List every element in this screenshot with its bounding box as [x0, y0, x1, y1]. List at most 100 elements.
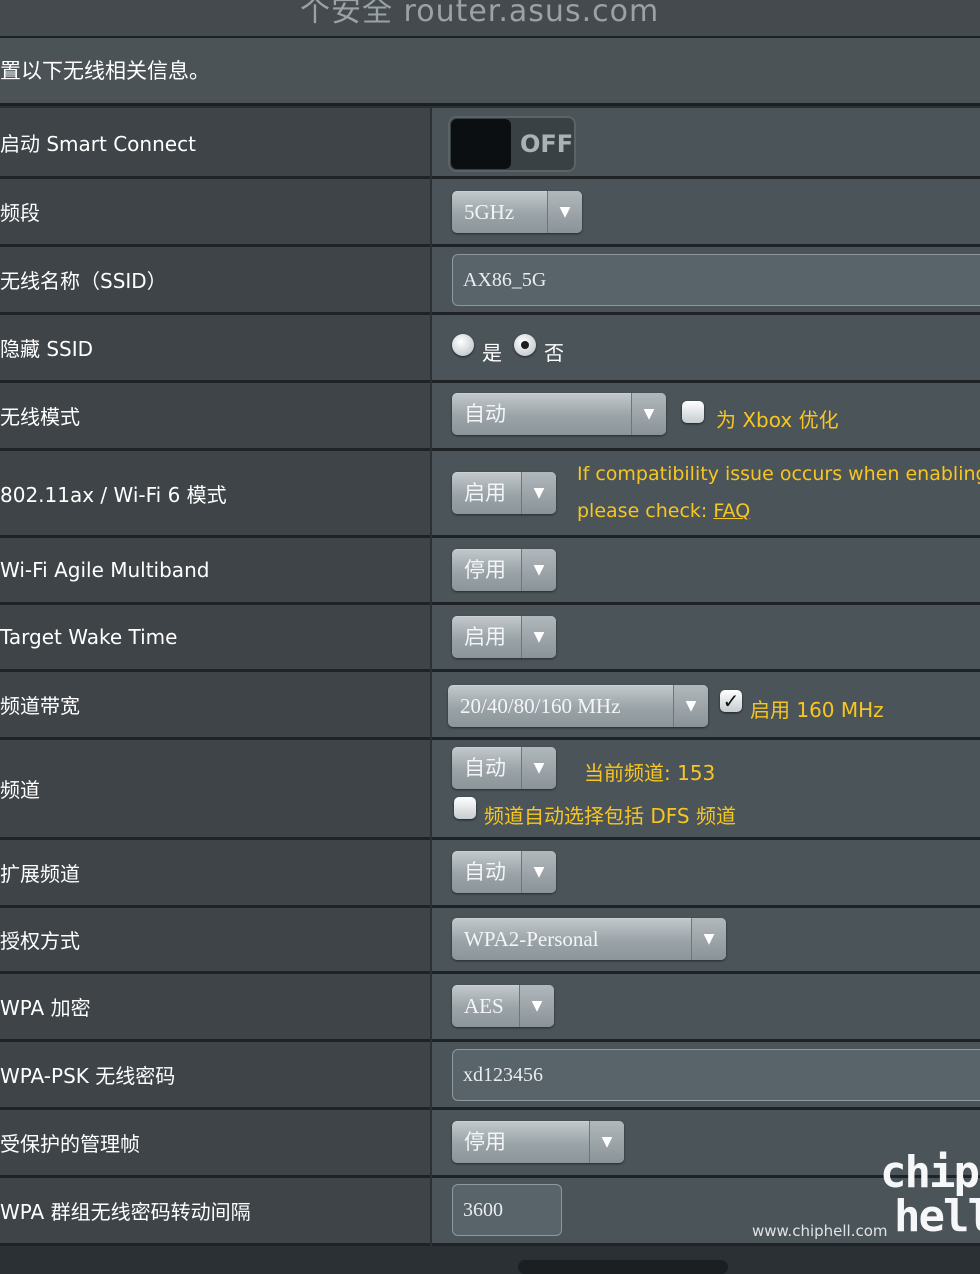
row-ax-mode: 802.11ax / Wi-Fi 6 模式 启用 ▼ If compatibil… — [0, 451, 980, 538]
chevron-down-icon: ▼ — [673, 685, 708, 727]
smart-connect-label: 启动 Smart Connect — [0, 108, 430, 179]
enable-160-checkbox[interactable]: ✓ — [720, 690, 742, 712]
pmf-select[interactable]: 停用 ▼ — [452, 1121, 624, 1163]
row-target-wake-time: Target Wake Time 启用 ▼ — [0, 605, 980, 672]
row-ssid: 无线名称（SSID） AX86_5G — [0, 247, 980, 315]
row-band: 频段 5GHz ▼ — [0, 179, 980, 247]
ax-mode-label: 802.11ax / Wi-Fi 6 模式 — [0, 451, 430, 538]
group-key-label: WPA 群组无线密码转动间隔 — [0, 1178, 430, 1246]
agile-multiband-cell: 停用 ▼ — [432, 538, 980, 605]
xbox-checkbox[interactable] — [682, 401, 704, 423]
wpa-encryption-cell: AES ▼ — [432, 974, 980, 1042]
ssid-cell: AX86_5G — [432, 247, 980, 315]
band-select[interactable]: 5GHz ▼ — [452, 191, 582, 233]
target-wake-time-label: Target Wake Time — [0, 605, 430, 672]
hide-ssid-cell: 是 否 — [432, 315, 980, 383]
row-psk: WPA-PSK 无线密码 xd123456 — [0, 1042, 980, 1110]
auth-cell: WPA2-Personal ▼ — [432, 908, 980, 974]
faq-link[interactable]: FAQ — [713, 500, 750, 522]
ax-mode-hint-line1: If compatibility issue occurs when enabl… — [577, 463, 980, 485]
channel-value: 自动 — [464, 756, 506, 780]
hide-ssid-yes-label: 是 — [482, 341, 502, 365]
dfs-checkbox[interactable] — [454, 797, 476, 819]
chevron-down-icon: ▼ — [589, 1121, 624, 1163]
ext-channel-label: 扩展频道 — [0, 840, 430, 908]
group-key-input[interactable]: 3600 — [452, 1184, 562, 1236]
wpa-encryption-value: AES — [464, 994, 504, 1018]
address-url: 个安全 router.asus.com — [300, 0, 660, 29]
band-label: 频段 — [0, 179, 430, 247]
agile-multiband-select[interactable]: 停用 ▼ — [452, 549, 556, 591]
apply-button-partial[interactable] — [518, 1260, 728, 1274]
hide-ssid-no-label: 否 — [544, 341, 564, 365]
ax-mode-cell: 启用 ▼ If compatibility issue occurs when … — [432, 451, 980, 538]
enable-160-label: 启用 160 MHz — [750, 698, 884, 722]
row-hide-ssid: 隐藏 SSID 是 否 — [0, 315, 980, 383]
bandwidth-select[interactable]: 20/40/80/160 MHz ▼ — [448, 685, 708, 727]
row-ext-channel: 扩展频道 自动 ▼ — [0, 840, 980, 908]
auth-value: WPA2-Personal — [464, 927, 599, 951]
channel-label: 频道 — [0, 740, 430, 840]
row-bandwidth: 频道带宽 20/40/80/160 MHz ▼ ✓ 启用 160 MHz — [0, 672, 980, 740]
target-wake-time-cell: 启用 ▼ — [432, 605, 980, 672]
hide-ssid-label: 隐藏 SSID — [0, 315, 430, 383]
wireless-mode-cell: 自动 ▼ 为 Xbox 优化 — [432, 383, 980, 451]
band-cell: 5GHz ▼ — [432, 179, 980, 247]
logo-line1: chip — [880, 1147, 980, 1198]
logo-line2: hell — [894, 1191, 980, 1242]
ax-mode-hint-line2: please check: FAQ — [577, 500, 750, 522]
wpa-encryption-label: WPA 加密 — [0, 974, 430, 1042]
hide-ssid-no-radio[interactable] — [514, 334, 536, 356]
ext-channel-value: 自动 — [464, 860, 506, 884]
agile-multiband-value: 停用 — [464, 558, 506, 582]
wpa-encryption-select[interactable]: AES ▼ — [452, 985, 554, 1027]
ext-channel-select[interactable]: 自动 ▼ — [452, 851, 556, 893]
pmf-label: 受保护的管理帧 — [0, 1110, 430, 1178]
ext-channel-cell: 自动 ▼ — [432, 840, 980, 908]
psk-label: WPA-PSK 无线密码 — [0, 1042, 430, 1110]
row-agile-multiband: Wi-Fi Agile Multiband 停用 ▼ — [0, 538, 980, 605]
ax-mode-hint-text: please check: — [577, 500, 714, 522]
bandwidth-value: 20/40/80/160 MHz — [460, 694, 621, 718]
band-select-value: 5GHz — [464, 200, 515, 224]
toggle-knob — [451, 119, 511, 169]
bandwidth-cell: 20/40/80/160 MHz ▼ ✓ 启用 160 MHz — [432, 672, 980, 740]
browser-address-bar[interactable]: 个安全 router.asus.com — [0, 0, 980, 38]
wireless-mode-label: 无线模式 — [0, 383, 430, 451]
chevron-down-icon: ▼ — [521, 851, 556, 893]
watermark-site: www.chiphell.com — [752, 1222, 888, 1240]
chiphell-logo: chip hell — [880, 1150, 980, 1250]
wireless-mode-select[interactable]: 自动 ▼ — [452, 393, 666, 435]
target-wake-time-select[interactable]: 启用 ▼ — [452, 616, 556, 658]
auth-label: 授权方式 — [0, 908, 430, 974]
row-wireless-mode: 无线模式 自动 ▼ 为 Xbox 优化 — [0, 383, 980, 451]
bottom-bar — [0, 1246, 980, 1274]
chevron-down-icon: ▼ — [631, 393, 666, 435]
ax-mode-value: 启用 — [464, 481, 506, 505]
row-channel: 频道 自动 ▼ 当前频道: 153 频道自动选择包括 DFS 频道 — [0, 740, 980, 840]
ax-mode-select[interactable]: 启用 ▼ — [452, 472, 556, 514]
dfs-label: 频道自动选择包括 DFS 频道 — [484, 804, 736, 828]
ssid-input[interactable]: AX86_5G — [452, 254, 980, 306]
chevron-down-icon: ▼ — [521, 747, 556, 789]
psk-cell: xd123456 — [432, 1042, 980, 1110]
row-auth: 授权方式 WPA2-Personal ▼ — [0, 908, 980, 974]
psk-input[interactable]: xd123456 — [452, 1049, 980, 1101]
bandwidth-label: 频道带宽 — [0, 672, 430, 740]
pmf-value: 停用 — [464, 1130, 506, 1154]
channel-cell: 自动 ▼ 当前频道: 153 频道自动选择包括 DFS 频道 — [432, 740, 980, 840]
auth-select[interactable]: WPA2-Personal ▼ — [452, 918, 726, 960]
chevron-down-icon: ▼ — [521, 616, 556, 658]
smart-connect-toggle[interactable]: OFF — [448, 116, 576, 172]
chevron-down-icon: ▼ — [521, 472, 556, 514]
channel-select[interactable]: 自动 ▼ — [452, 747, 556, 789]
target-wake-time-value: 启用 — [464, 625, 506, 649]
chevron-down-icon: ▼ — [547, 191, 582, 233]
section-description: 置以下无线相关信息。 — [0, 38, 980, 106]
hide-ssid-yes-radio[interactable] — [452, 334, 474, 356]
xbox-label: 为 Xbox 优化 — [716, 408, 839, 432]
ssid-label: 无线名称（SSID） — [0, 247, 430, 315]
chevron-down-icon: ▼ — [521, 549, 556, 591]
row-wpa-encryption: WPA 加密 AES ▼ — [0, 974, 980, 1042]
wireless-mode-value: 自动 — [464, 402, 506, 426]
